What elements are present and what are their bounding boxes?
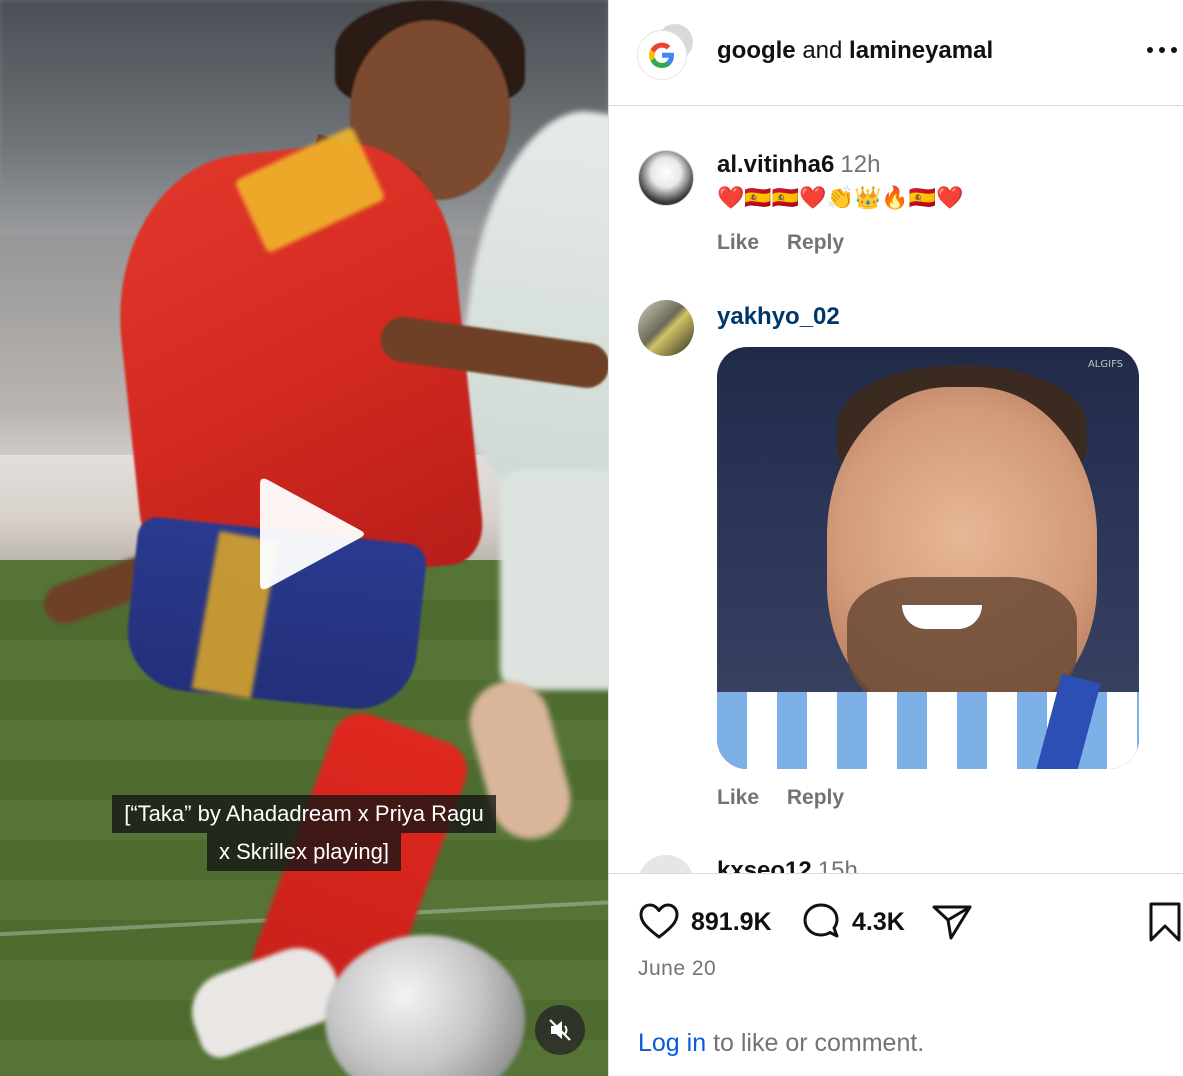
comment-username[interactable]: al.vitinha6 12h bbox=[717, 151, 880, 179]
comment-actions: Like Reply bbox=[717, 231, 866, 255]
comment-text: ❤️🇪🇸🇪🇸❤️👏👑🔥🇪🇸❤️ bbox=[717, 185, 964, 210]
like-comment-button[interactable]: Like bbox=[717, 231, 759, 254]
post-date: June 20 bbox=[638, 957, 717, 980]
action-bar: 891.9K 4.3K bbox=[637, 900, 1181, 944]
comment-time: 12h bbox=[840, 151, 881, 178]
gif-watermark: ALGIFS bbox=[1087, 359, 1123, 370]
post-authors: google and lamineyamal bbox=[717, 37, 993, 65]
mute-button[interactable] bbox=[535, 1005, 585, 1055]
comment-time: 15h bbox=[817, 857, 858, 873]
username-al-vitinha6[interactable]: al.vitinha6 bbox=[717, 151, 834, 178]
more-horizontal-icon[interactable] bbox=[1145, 40, 1179, 60]
post-viewer: [“Taka” by Ahadadream x Priya Ragu x Skr… bbox=[0, 0, 1183, 1076]
username-kxseo12[interactable]: kxseo12 bbox=[717, 857, 812, 873]
comment-actions: Like Reply bbox=[717, 786, 866, 810]
opponent-shorts bbox=[500, 470, 608, 690]
gif-smile bbox=[902, 605, 982, 629]
google-logo-icon bbox=[649, 42, 674, 68]
caption-line-2: x Skrillex playing] bbox=[207, 833, 401, 871]
google-avatar bbox=[637, 30, 687, 80]
comment-avatar[interactable] bbox=[638, 855, 694, 873]
post-header: google and lamineyamal bbox=[609, 0, 1183, 106]
post-footer: 891.9K 4.3K June 20 Log in to like or co… bbox=[609, 873, 1183, 1076]
account-google[interactable]: google bbox=[717, 37, 796, 64]
reply-comment-button[interactable]: Reply bbox=[787, 786, 844, 809]
comments-list[interactable]: al.vitinha6 12h ❤️🇪🇸🇪🇸❤️👏👑🔥🇪🇸❤️ Like Repl… bbox=[609, 107, 1183, 873]
authors-joiner: and bbox=[802, 37, 843, 64]
comment-avatar[interactable] bbox=[638, 150, 694, 206]
heart-icon[interactable] bbox=[637, 900, 681, 944]
login-prompt-text: to like or comment. bbox=[706, 1029, 925, 1057]
muted-speaker-icon bbox=[549, 1019, 571, 1041]
video-player[interactable]: [“Taka” by Ahadadream x Priya Ragu x Skr… bbox=[0, 0, 608, 1076]
comment-avatar[interactable] bbox=[638, 300, 694, 356]
collab-avatars[interactable] bbox=[637, 22, 697, 82]
share-send-icon[interactable] bbox=[930, 900, 974, 944]
comment-username[interactable]: kxseo12 15h bbox=[717, 857, 858, 873]
account-lamineyamal[interactable]: lamineyamal bbox=[849, 37, 993, 64]
comment-count: 4.3K bbox=[852, 908, 905, 936]
comment-username[interactable]: yakhyo_02 bbox=[717, 303, 840, 331]
caption-line-1: [“Taka” by Ahadadream x Priya Ragu bbox=[112, 795, 496, 833]
login-link[interactable]: Log in bbox=[638, 1029, 706, 1057]
play-icon[interactable] bbox=[250, 474, 370, 594]
like-comment-button[interactable]: Like bbox=[717, 786, 759, 809]
comment-icon[interactable] bbox=[799, 900, 843, 944]
like-count: 891.9K bbox=[691, 908, 772, 936]
post-panel: google and lamineyamal al.vitinha6 12h ❤️… bbox=[608, 0, 1183, 1076]
audio-caption: [“Taka” by Ahadadream x Priya Ragu x Skr… bbox=[0, 795, 608, 871]
login-prompt: Log in to like or comment. bbox=[638, 1029, 924, 1058]
bookmark-icon[interactable] bbox=[1143, 900, 1183, 944]
reply-comment-button[interactable]: Reply bbox=[787, 231, 844, 254]
comment-gif-image: ALGIFS bbox=[717, 347, 1139, 769]
